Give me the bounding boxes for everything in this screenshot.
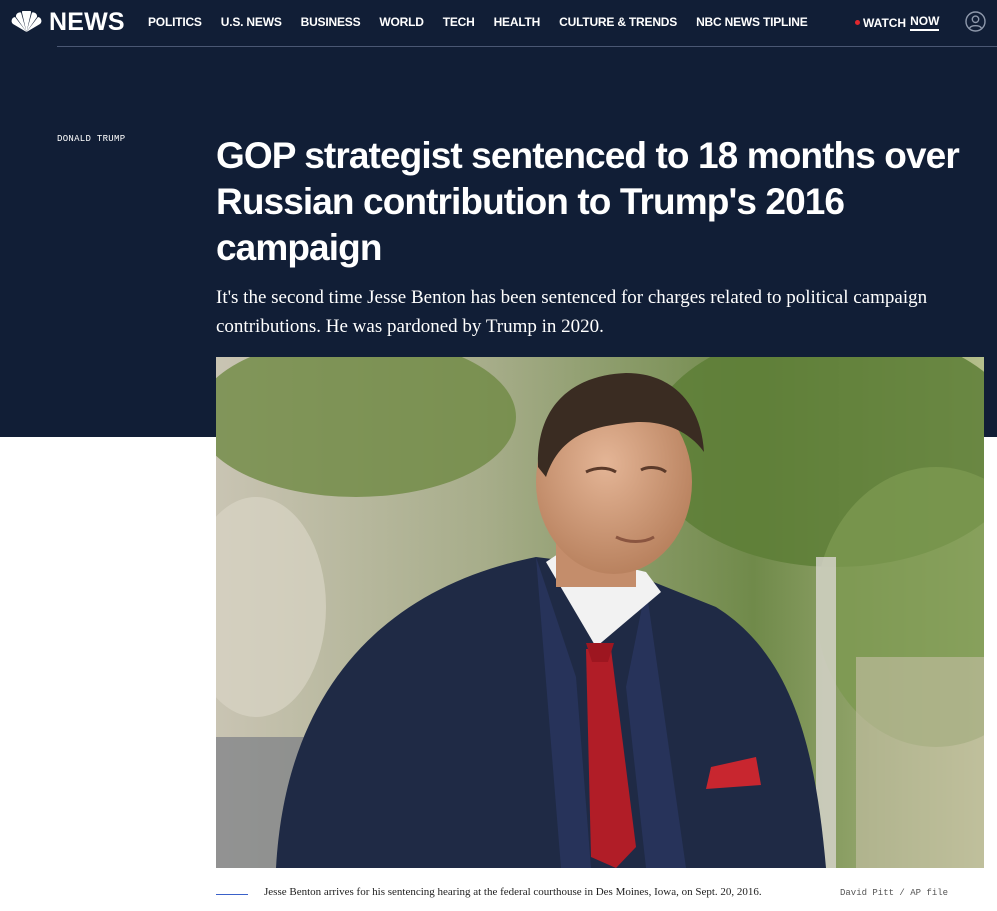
photo-caption: Jesse Benton arrives for his sentencing … <box>264 886 762 898</box>
nav-tech[interactable]: TECH <box>443 15 475 29</box>
nav-health[interactable]: HEALTH <box>494 15 541 29</box>
section-nav: POLITICS U.S. NEWS BUSINESS WORLD TECH H… <box>148 15 827 29</box>
photo-credit: David Pitt / AP file <box>840 888 949 898</box>
nav-business[interactable]: BUSINESS <box>301 15 361 29</box>
watch-now-link[interactable]: WATCH NOW <box>855 14 940 31</box>
nbc-news-logo[interactable]: NEWS <box>10 9 125 35</box>
watch-now-label: NOW <box>910 14 940 31</box>
live-dot-icon <box>855 20 860 25</box>
article-category-link[interactable]: DONALD TRUMP <box>57 134 125 144</box>
top-navigation: NEWS POLITICS U.S. NEWS BUSINESS WORLD T… <box>0 0 997 46</box>
watch-label: WATCH <box>863 15 907 30</box>
nav-culture-trends[interactable]: CULTURE & TRENDS <box>559 15 677 29</box>
article-dek: It's the second time Jesse Benton has be… <box>216 287 928 337</box>
nav-tipline[interactable]: NBC NEWS TIPLINE <box>696 15 808 29</box>
brand-name: NEWS <box>49 8 125 36</box>
article-lead-photo <box>216 357 984 868</box>
nbc-peacock-icon <box>11 11 42 32</box>
article-headline: GOP strategist sentenced to 18 months ov… <box>216 135 960 268</box>
nav-us-news[interactable]: U.S. NEWS <box>221 15 282 29</box>
user-account-icon[interactable] <box>965 11 986 32</box>
lead-photo-illustration <box>216 357 984 868</box>
nav-divider <box>57 46 997 47</box>
nav-world[interactable]: WORLD <box>379 15 424 29</box>
nav-politics[interactable]: POLITICS <box>148 15 202 29</box>
caption-divider <box>216 894 248 895</box>
